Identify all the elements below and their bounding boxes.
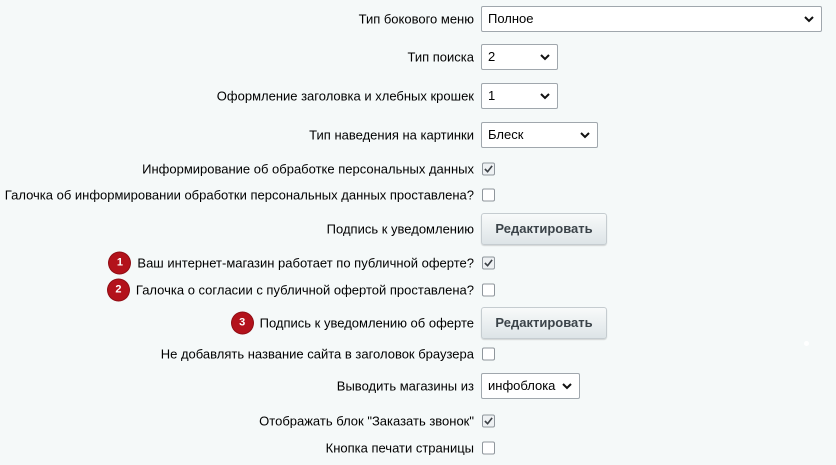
personal-data-checkbox-default-label: Галочка об информировании обработки перс…	[4, 187, 474, 203]
search-type-value: 2	[488, 49, 496, 64]
callback-block-label: Отображать блок "Заказать звонок"	[259, 413, 474, 429]
personal-data-checkbox-default-checkbox[interactable]	[482, 188, 495, 202]
stores-source-label: Выводить магазины из	[336, 378, 474, 394]
number-badge: 3	[231, 312, 253, 334]
row-public-offer-checkbox-default: 2 Галочка о согласии с публичной офертой…	[0, 273, 836, 307]
row-print-button: Кнопка печати страницы	[0, 431, 836, 465]
row-search-type: Тип поиска 2	[0, 40, 836, 74]
chevron-down-icon	[540, 54, 550, 61]
notification-caption-label: Подпись к уведомлению	[326, 221, 474, 237]
print-button-checkbox[interactable]	[482, 441, 495, 455]
chevron-down-icon	[804, 16, 814, 23]
chevron-down-icon	[562, 383, 572, 390]
checkmark-icon	[484, 417, 493, 425]
public-offer-checkbox-default-checkbox[interactable]	[482, 283, 495, 297]
search-type-select[interactable]: 2	[481, 44, 558, 70]
row-notification-caption: Подпись к уведомлению Редактировать	[0, 212, 836, 246]
row-image-hover-type: Тип наведения на картинки Блеск	[0, 118, 836, 152]
stores-source-select[interactable]: инфоблока	[481, 373, 580, 399]
number-badge: 2	[107, 279, 129, 301]
row-no-site-name-in-title: Не добавлять название сайта в заголовок …	[0, 337, 836, 371]
image-hover-type-label: Тип наведения на картинки	[309, 127, 474, 143]
offer-notification-caption-edit-button[interactable]: Редактировать	[481, 307, 607, 339]
checkmark-icon	[484, 165, 493, 173]
offer-notification-caption-label-wrap: 3 Подпись к уведомлению об оферте	[231, 312, 474, 334]
public-offer-label: Ваш интернет-магазин работает по публичн…	[137, 255, 474, 271]
personal-data-notice-label: Информирование об обработке персональных…	[142, 161, 474, 177]
public-offer-checkbox[interactable]	[482, 256, 495, 270]
row-stores-source: Выводить магазины из инфоблока	[0, 369, 836, 403]
public-offer-label-wrap: 1 Ваш интернет-магазин работает по публи…	[109, 252, 474, 274]
image-hover-type-value: Блеск	[488, 127, 524, 142]
print-button-label: Кнопка печати страницы	[325, 440, 474, 456]
chevron-down-icon	[580, 132, 590, 139]
public-offer-checkbox-default-label-wrap: 2 Галочка о согласии с публичной офертой…	[107, 279, 474, 301]
notification-caption-edit-button[interactable]: Редактировать	[481, 213, 607, 245]
row-personal-data-checkbox-default: Галочка об информировании обработки перс…	[0, 178, 836, 212]
row-header-breadcrumbs-style: Оформление заголовка и хлебных крошек 1	[0, 79, 836, 113]
callback-block-checkbox[interactable]	[482, 414, 495, 428]
sidebar-menu-type-label: Тип бокового меню	[358, 11, 474, 27]
sidebar-menu-type-value: Полное	[488, 11, 534, 26]
personal-data-notice-checkbox[interactable]	[482, 162, 495, 176]
public-offer-checkbox-default-label: Галочка о согласии с публичной офертой п…	[135, 282, 474, 298]
no-site-name-in-title-checkbox[interactable]	[482, 347, 495, 361]
search-type-label: Тип поиска	[407, 49, 474, 65]
row-sidebar-menu-type: Тип бокового меню Полное	[0, 2, 836, 36]
stores-source-value: инфоблока	[488, 378, 556, 393]
header-breadcrumbs-style-label: Оформление заголовка и хлебных крошек	[216, 88, 474, 104]
checkmark-icon	[484, 259, 493, 267]
header-breadcrumbs-style-select[interactable]: 1	[481, 83, 558, 109]
offer-notification-caption-label: Подпись к уведомлению об оферте	[259, 315, 474, 331]
header-breadcrumbs-style-value: 1	[488, 88, 496, 103]
number-badge: 1	[109, 252, 131, 274]
chevron-down-icon	[540, 93, 550, 100]
image-hover-type-select[interactable]: Блеск	[481, 122, 598, 148]
decorative-dot	[804, 341, 809, 346]
row-offer-notification-caption: 3 Подпись к уведомлению об оферте Редакт…	[0, 306, 836, 340]
sidebar-menu-type-select[interactable]: Полное	[481, 6, 822, 32]
no-site-name-in-title-label: Не добавлять название сайта в заголовок …	[160, 346, 474, 362]
